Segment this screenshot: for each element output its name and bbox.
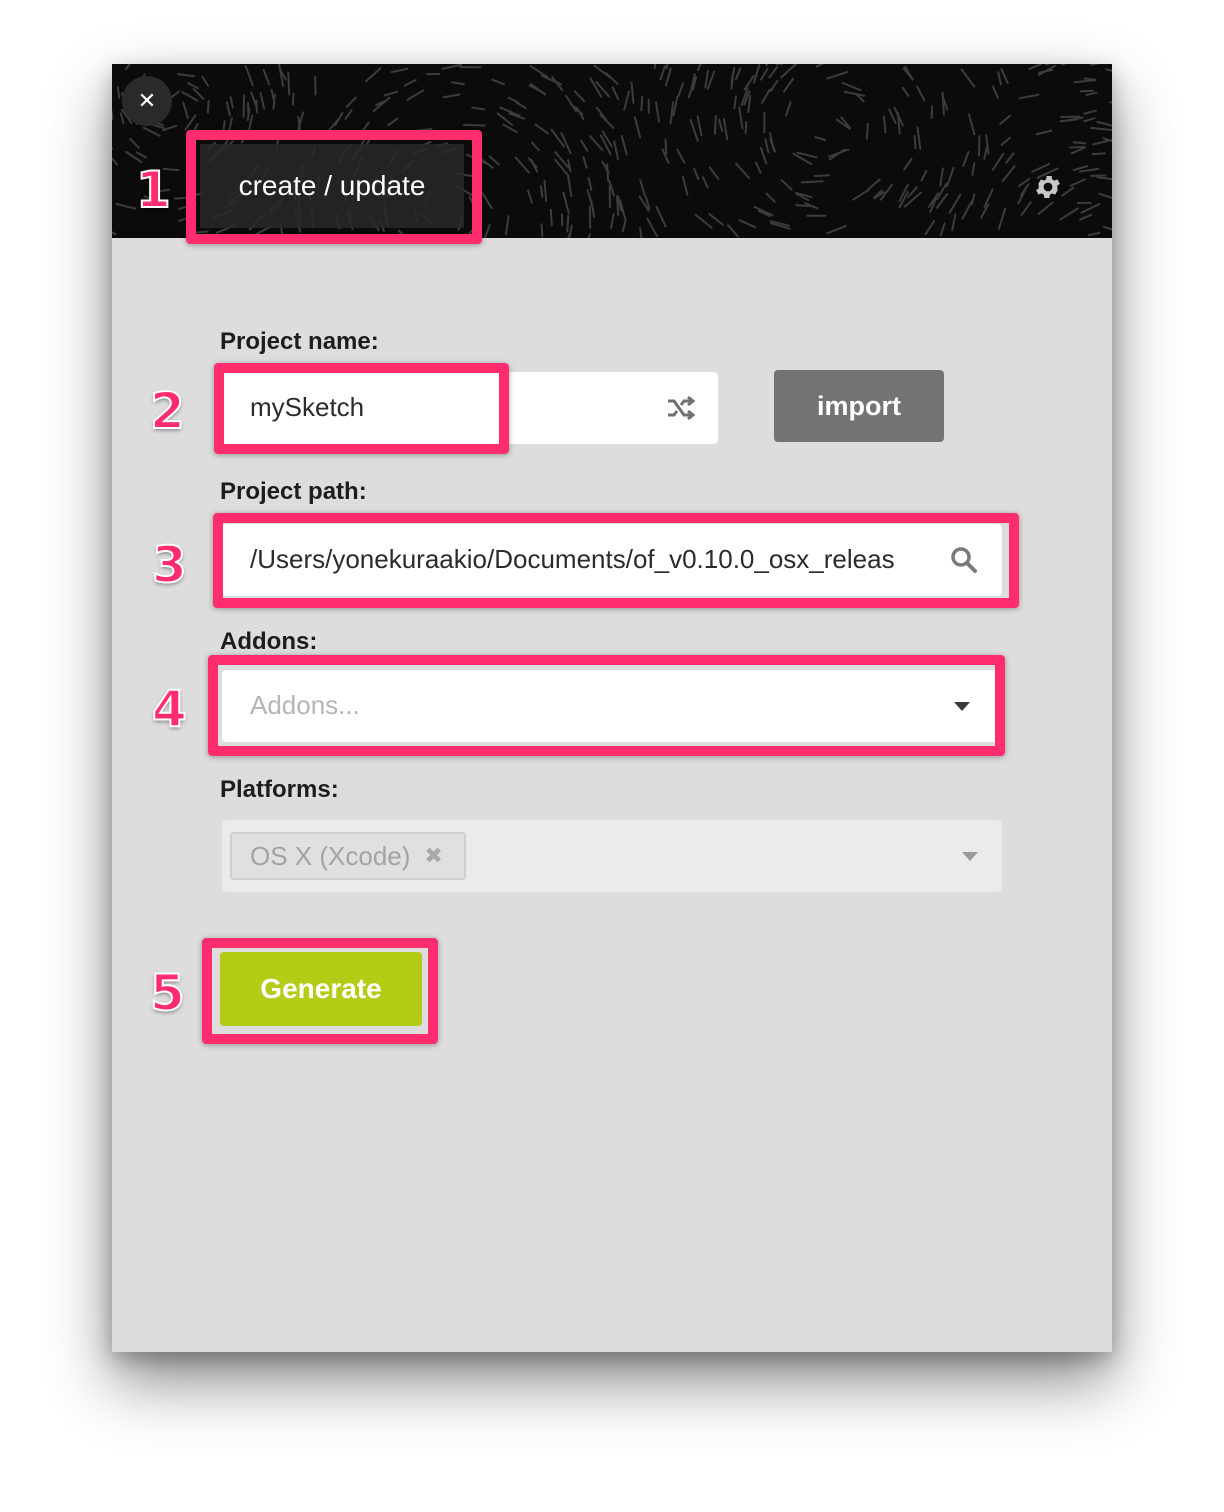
- project-path-label: Project path:: [220, 478, 367, 505]
- generate-button[interactable]: Generate: [220, 952, 422, 1026]
- step-number-2: 2: [149, 382, 186, 440]
- platforms-select[interactable]: OS X (Xcode) ✖: [222, 820, 1002, 892]
- app-window: ✕ create / update Project name: mySketch…: [112, 64, 1112, 1352]
- screenshot-stage: ✕ create / update Project name: mySketch…: [0, 0, 1224, 1512]
- project-path-value: /Users/yonekuraakio/Documents/of_v0.10.0…: [250, 544, 895, 574]
- platforms-label: Platforms:: [220, 776, 339, 803]
- platform-chip: OS X (Xcode) ✖: [230, 832, 466, 880]
- addons-label: Addons:: [220, 628, 318, 655]
- tab-label: create / update: [238, 170, 426, 201]
- remove-platform-icon[interactable]: ✖: [424, 843, 442, 869]
- chevron-down-icon: [962, 852, 978, 861]
- step-number-3: 3: [151, 536, 188, 594]
- import-button[interactable]: import: [774, 370, 944, 442]
- platform-chip-label: OS X (Xcode): [250, 840, 411, 871]
- step-number-5: 5: [149, 964, 186, 1022]
- project-name-input[interactable]: mySketch: [222, 372, 718, 444]
- project-name-value: mySketch: [250, 392, 365, 422]
- close-button[interactable]: ✕: [122, 76, 172, 126]
- project-path-input[interactable]: /Users/yonekuraakio/Documents/of_v0.10.0…: [222, 524, 1002, 596]
- addons-select[interactable]: Addons...: [222, 670, 1002, 742]
- step-number-4: 4: [151, 680, 188, 738]
- tab-create-update[interactable]: create / update: [200, 144, 464, 228]
- project-name-label: Project name:: [220, 328, 379, 355]
- close-icon: ✕: [137, 88, 157, 113]
- gear-icon[interactable]: [1033, 172, 1063, 202]
- step-number-1: 1: [135, 161, 172, 219]
- shuffle-icon[interactable]: [666, 394, 696, 422]
- header-bar: ✕ create / update: [112, 64, 1112, 238]
- addons-placeholder: Addons...: [250, 690, 360, 720]
- search-icon[interactable]: [950, 546, 978, 574]
- chevron-down-icon: [954, 702, 970, 711]
